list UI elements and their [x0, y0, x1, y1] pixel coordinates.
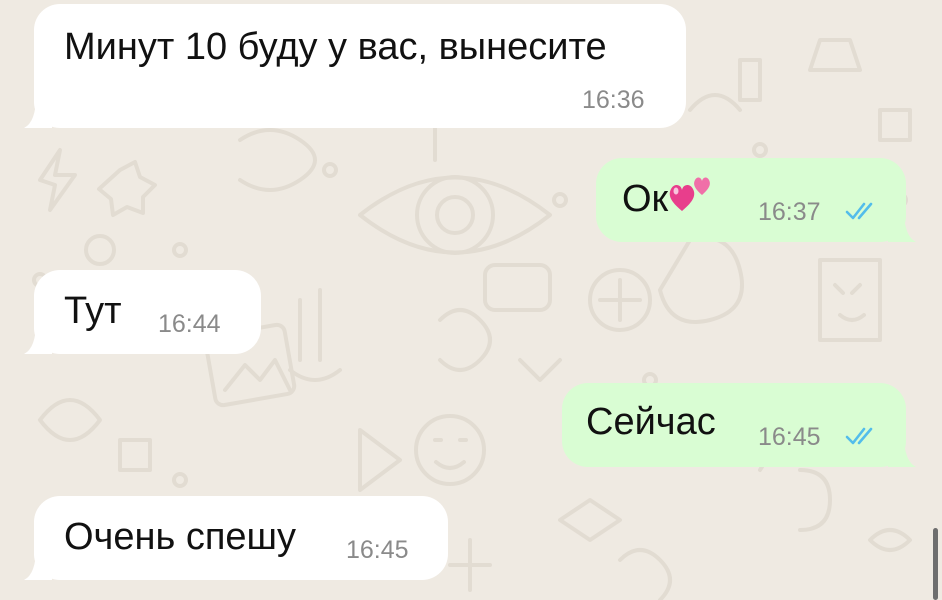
- message-time: 16:37: [758, 198, 821, 226]
- read-receipt-icon: [845, 427, 873, 445]
- message-text: Тут: [64, 290, 122, 332]
- scrollbar-thumb[interactable]: [933, 528, 938, 600]
- message-bubble-incoming[interactable]: Минут 10 буду у вас, вынесите 16:36: [24, 4, 686, 128]
- message-time: 16:44: [158, 310, 221, 338]
- bubble-tail: [888, 210, 916, 242]
- bubble-tail: [888, 435, 916, 467]
- message-time: 16:36: [582, 86, 645, 114]
- message-bubble-outgoing[interactable]: Ок 16:37: [596, 158, 916, 242]
- message-text: Ок: [622, 177, 712, 221]
- message-text: Минут 10 буду у вас, вынесите: [64, 26, 607, 68]
- two-hearts-emoji: [669, 177, 711, 211]
- message-bubble-outgoing[interactable]: Сейчас 16:45: [562, 383, 916, 467]
- bubble-tail: [24, 96, 52, 128]
- bubble-tail: [24, 322, 52, 354]
- message-text: Очень спешу: [64, 516, 297, 558]
- bubble-tail: [24, 548, 52, 580]
- message-bubble-incoming[interactable]: Тут 16:44: [24, 270, 261, 354]
- message-bubble-incoming[interactable]: Очень спешу 16:45: [24, 496, 448, 580]
- message-time: 16:45: [346, 536, 409, 564]
- read-receipt-icon: [845, 202, 873, 220]
- message-time: 16:45: [758, 423, 821, 451]
- message-text: Сейчас: [586, 401, 716, 443]
